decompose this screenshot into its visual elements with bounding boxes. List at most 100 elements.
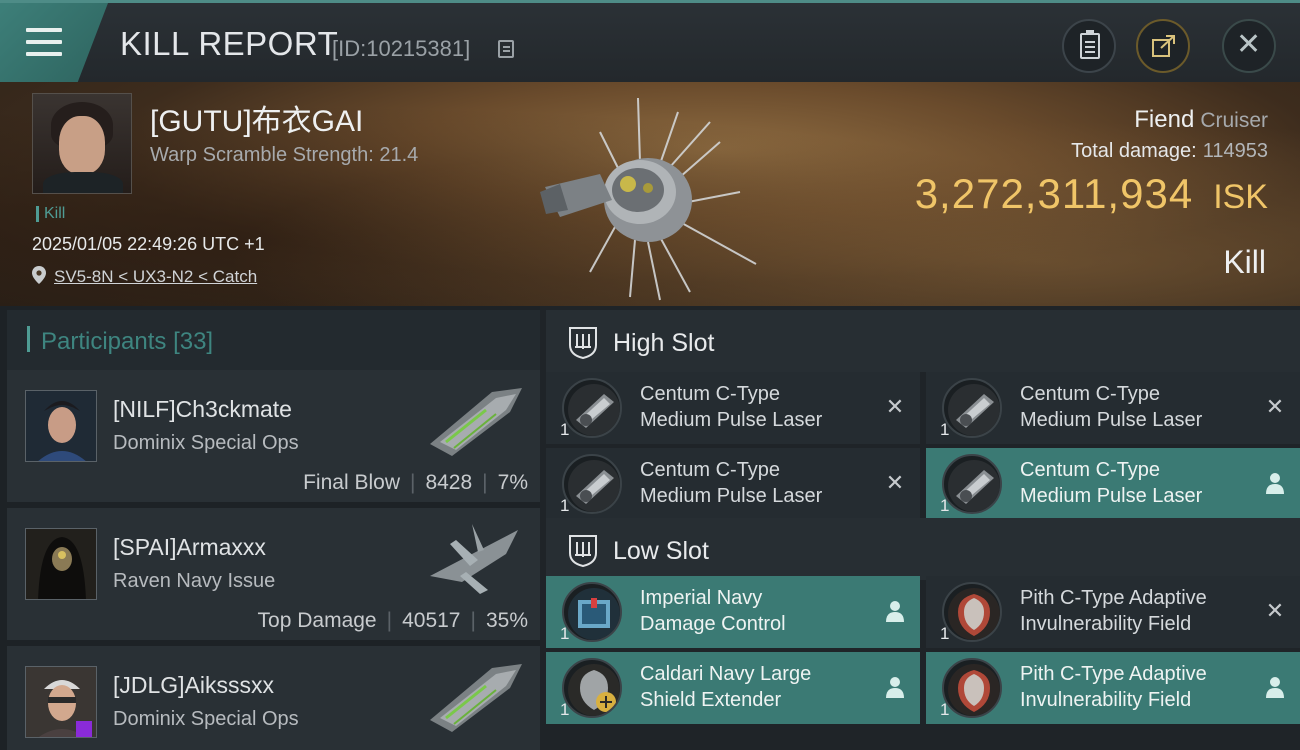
report-id: [ID:10215381] <box>332 36 471 61</box>
module-name-line1: Centum C-Type <box>1020 383 1161 405</box>
hamburger-menu-icon <box>26 28 62 56</box>
high-slot-icon <box>569 327 597 359</box>
copy-icon[interactable] <box>498 40 514 58</box>
module-slot[interactable]: 1 Pith C-Type Adaptive Invulnerability Fi… <box>926 652 1300 724</box>
ship-name[interactable]: Fiend Cruiser <box>1134 106 1268 134</box>
destroyed-icon: ✕ <box>1265 394 1285 419</box>
module-name-line1: Caldari Navy Large <box>640 663 812 685</box>
victim-ship-image <box>540 97 757 301</box>
module-slot[interactable]: 1 Pith C-Type Adaptive Invulnerability Fi… <box>926 576 1300 648</box>
participant-ship: Raven Navy Issue <box>113 570 276 592</box>
module-slot[interactable]: 1 Centum C-Type Medium Pulse Laser <box>926 448 1300 520</box>
module-name-line1: Centum C-Type <box>640 459 781 481</box>
participants-panel: Participants [33] [NILF]Ch3ckmate Domini… <box>0 306 540 750</box>
total-damage: Total damage: 114953 <box>1071 140 1268 163</box>
isk-value: 3,272,311,934 ISK <box>915 170 1268 218</box>
participant-ship: Dominix Special Ops <box>113 432 299 454</box>
participant-stats: Final Blow | 8428 | 7% <box>303 471 528 494</box>
module-quantity: 1 <box>560 624 570 643</box>
share-button[interactable] <box>1136 19 1190 73</box>
victim-avatar[interactable] <box>32 93 132 194</box>
participant-card[interactable]: [JDLG]Aiksssxx Dominix Special Ops <box>7 646 540 750</box>
ship-class: Cruiser <box>1200 109 1268 132</box>
module-slot[interactable]: 1 Centum C-Type Medium Pulse Laser ✕ <box>546 372 920 444</box>
low-slot-icon <box>569 535 597 567</box>
participant-role: Top Damage <box>257 609 377 632</box>
high-slot-header: High Slot <box>546 310 1300 372</box>
module-name-line2: Medium Pulse Laser <box>640 485 823 507</box>
module-name: Pith C-Type Adaptive Invulnerability Fiel… <box>1020 585 1250 637</box>
total-damage-value: 114953 <box>1202 140 1268 162</box>
module-name: Pith C-Type Adaptive Invulnerability Fiel… <box>1020 661 1250 713</box>
victim-name[interactable]: [GUTU]布衣GAI <box>150 96 363 140</box>
destroyed-icon: ✕ <box>1265 598 1285 623</box>
participant-percent: 7% <box>497 471 528 494</box>
module-quantity: 1 <box>560 420 570 439</box>
share-icon <box>1152 35 1175 57</box>
clipboard-button[interactable] <box>1062 19 1116 73</box>
module-name-line1: Pith C-Type Adaptive <box>1020 587 1207 609</box>
participant-name: [SPAI]Armaxxx <box>113 534 266 560</box>
module-quantity: 1 <box>940 624 950 643</box>
participant-ship: Dominix Special Ops <box>113 708 299 730</box>
kill-timestamp: 2025/01/05 22:49:26 UTC +1 <box>32 234 265 254</box>
module-name-line2: Medium Pulse Laser <box>1020 409 1203 431</box>
low-slot-label: Low Slot <box>613 537 709 565</box>
participant-name: [JDLG]Aiksssxx <box>113 672 275 698</box>
high-slot-label: High Slot <box>613 329 715 357</box>
module-slot[interactable]: 1 Centum C-Type Medium Pulse Laser ✕ <box>546 448 920 520</box>
module-quantity: 1 <box>940 700 950 719</box>
dropped-person-icon <box>886 601 904 622</box>
laser-icon <box>562 378 622 438</box>
participant-card[interactable]: [SPAI]Armaxxx Raven Navy Issue Top Damag… <box>7 508 540 640</box>
module-name-line1: Imperial Navy <box>640 587 763 609</box>
module-quantity: 1 <box>560 496 570 515</box>
participant-damage: 40517 <box>402 609 461 632</box>
participants-label: Participants <box>41 328 167 355</box>
module-slot[interactable]: 1 Centum C-Type Medium Pulse Laser ✕ <box>926 372 1300 444</box>
isk-unit: ISK <box>1213 178 1268 216</box>
low-slot-header: Low Slot <box>546 518 1300 580</box>
module-quantity: 1 <box>940 496 950 515</box>
module-name: Caldari Navy Large Shield Extender <box>640 661 870 713</box>
module-name-line2: Invulnerability Field <box>1020 613 1192 635</box>
top-bar: KILL REPORT [ID:10215381] ✕ <box>0 0 1300 82</box>
dropped-person-icon <box>886 677 904 698</box>
module-name: Imperial Navy Damage Control <box>640 585 870 637</box>
isk-amount: 3,272,311,934 <box>914 170 1194 217</box>
total-damage-label: Total damage: <box>1071 140 1197 162</box>
module-name: Centum C-Type Medium Pulse Laser <box>1020 457 1250 509</box>
dropped-person-icon <box>1266 677 1284 698</box>
module-name-line1: Centum C-Type <box>640 383 781 405</box>
module-slot[interactable]: 1 Caldari Navy Large Shield Extender <box>546 652 920 724</box>
invulnerability-field-icon <box>942 582 1002 642</box>
warp-scramble-strength: Warp Scramble Strength: 21.4 <box>150 144 419 166</box>
kill-location-link[interactable]: SV5-8N < UX3-N2 < Catch <box>54 267 257 287</box>
location-pin-icon <box>32 266 46 284</box>
module-quantity: 1 <box>560 700 570 719</box>
laser-icon <box>942 378 1002 438</box>
module-name-line2: Medium Pulse Laser <box>1020 485 1203 507</box>
participants-header[interactable]: Participants [33] <box>7 310 540 370</box>
participant-ship-image <box>430 524 518 594</box>
participant-ship-image <box>430 388 522 456</box>
participants-count: [33] <box>173 328 214 355</box>
damage-control-icon <box>562 582 622 642</box>
menu-button[interactable] <box>0 3 108 82</box>
close-button[interactable]: ✕ <box>1222 19 1276 73</box>
participant-card[interactable]: [NILF]Ch3ckmate Dominix Special Ops Fina… <box>7 370 540 502</box>
page-title: KILL REPORT <box>120 25 339 62</box>
module-name: Centum C-Type Medium Pulse Laser <box>640 381 870 433</box>
close-icon: ✕ <box>1236 28 1262 61</box>
fitting-panel: High Slot 1 Centum C-Type Medium Pulse La… <box>540 306 1300 750</box>
module-slot[interactable]: 1 Imperial Navy Damage Control <box>546 576 920 648</box>
module-name-line1: Pith C-Type Adaptive <box>1020 663 1207 685</box>
module-name-line2: Invulnerability Field <box>1020 689 1192 711</box>
participant-name: [NILF]Ch3ckmate <box>113 396 292 422</box>
module-name: Centum C-Type Medium Pulse Laser <box>640 457 870 509</box>
invulnerability-field-icon <box>942 658 1002 718</box>
kill-result: Kill <box>1223 244 1266 280</box>
module-name-line2: Damage Control <box>640 613 786 635</box>
module-name-line2: Shield Extender <box>640 689 782 711</box>
kill-summary-banner: [GUTU]布衣GAI Warp Scramble Strength: 21.4… <box>0 82 1300 306</box>
